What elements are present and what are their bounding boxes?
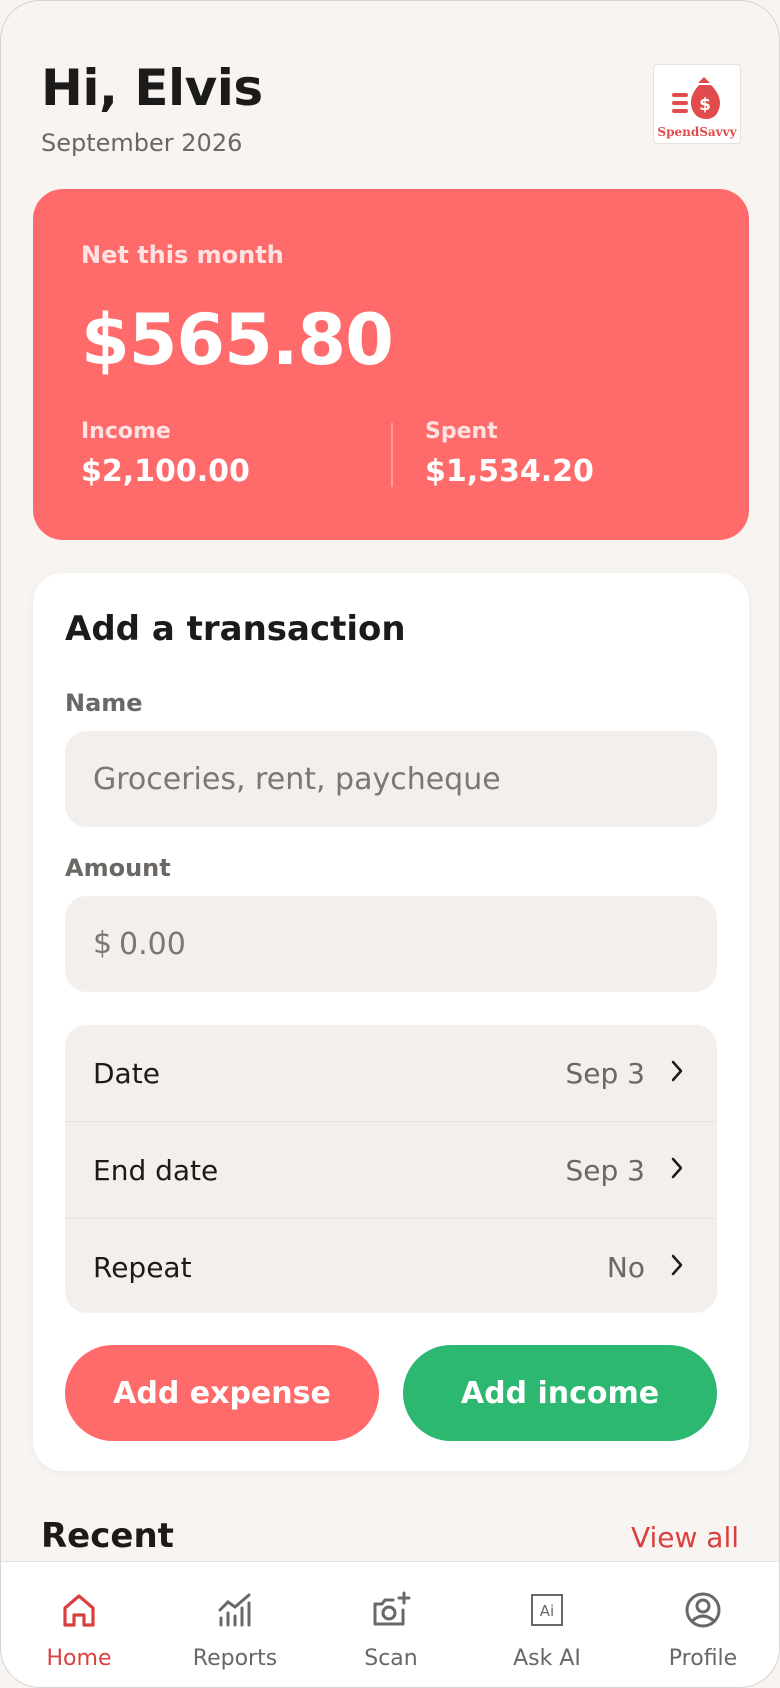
end-date-label: End date [93,1154,219,1187]
tab-scan[interactable]: Scan [313,1562,469,1687]
greeting: Hi, Elvis [41,59,263,117]
camera-plus-icon [373,1591,411,1626]
chevron-right-icon [671,1254,683,1276]
svg-text:$: $ [699,95,711,115]
transaction-options: Date Sep 3 End date Sep 3 Repeat No [65,1025,717,1313]
amount-input[interactable] [119,896,679,992]
app-screen: Hi, Elvis September 2026 $ SpendSavvy Ne… [0,0,780,1688]
chevron-right-icon [671,1157,683,1179]
spent-summary: Spent $1,534.20 [425,419,594,489]
end-date-value: Sep 3 [565,1154,646,1187]
spent-amount: $1,534.20 [425,454,594,489]
tab-ask-ai[interactable]: Ai Ask AI [469,1562,625,1687]
add-income-button[interactable]: Add income [403,1345,717,1441]
chevron-right-icon [671,1060,683,1082]
name-label: Name [65,689,143,717]
repeat-value: No [606,1251,645,1284]
net-amount: $565.80 [81,299,394,381]
date-value: Sep 3 [565,1057,646,1090]
tab-reports-label: Reports [192,1646,278,1671]
add-expense-button[interactable]: Add expense [65,1345,379,1441]
end-date-row[interactable]: End date Sep 3 [65,1122,717,1219]
net-label: Net this month [81,241,284,269]
repeat-label: Repeat [93,1251,192,1284]
home-icon [63,1594,95,1627]
current-month: September 2026 [41,129,243,157]
add-transaction-card: Add a transaction Name Amount $ Date Sep… [33,573,749,1471]
profile-icon [685,1592,721,1628]
money-bag-icon: $ [672,77,720,119]
reports-icon [218,1593,251,1627]
view-all-link[interactable]: View all [631,1521,739,1554]
income-summary: Income $2,100.00 [81,419,250,489]
tab-profile[interactable]: Profile [625,1562,779,1687]
svg-text:Ai: Ai [540,1602,554,1620]
ai-icon: Ai [531,1594,563,1626]
spent-label: Spent [425,419,498,444]
currency-symbol: $ [93,926,113,961]
tab-ask-ai-label: Ask AI [513,1646,581,1671]
recent-title: Recent [41,1516,174,1556]
amount-label: Amount [65,854,171,882]
tab-reports[interactable]: Reports [157,1562,313,1687]
tab-home-label: Home [46,1646,112,1671]
tab-home[interactable]: Home [1,1562,157,1687]
summary-divider [391,423,393,487]
income-label: Income [81,419,171,444]
name-input[interactable] [65,731,717,827]
app-logo: $ SpendSavvy [653,64,741,144]
net-summary-card: Net this month $565.80 Income $2,100.00 … [33,189,749,540]
amount-field: $ [65,896,717,992]
bottom-tab-bar: Home Reports Scan Ai Ask AI Profile [1,1561,779,1687]
header: Hi, Elvis September 2026 [41,59,263,157]
repeat-row[interactable]: Repeat No [65,1219,717,1313]
tab-profile-label: Profile [668,1646,738,1671]
form-title: Add a transaction [65,609,406,649]
date-row[interactable]: Date Sep 3 [65,1025,717,1122]
tab-scan-label: Scan [364,1646,418,1671]
date-label: Date [93,1057,160,1090]
logo-wordmark: SpendSavvy [657,125,737,139]
income-amount: $2,100.00 [81,454,250,489]
